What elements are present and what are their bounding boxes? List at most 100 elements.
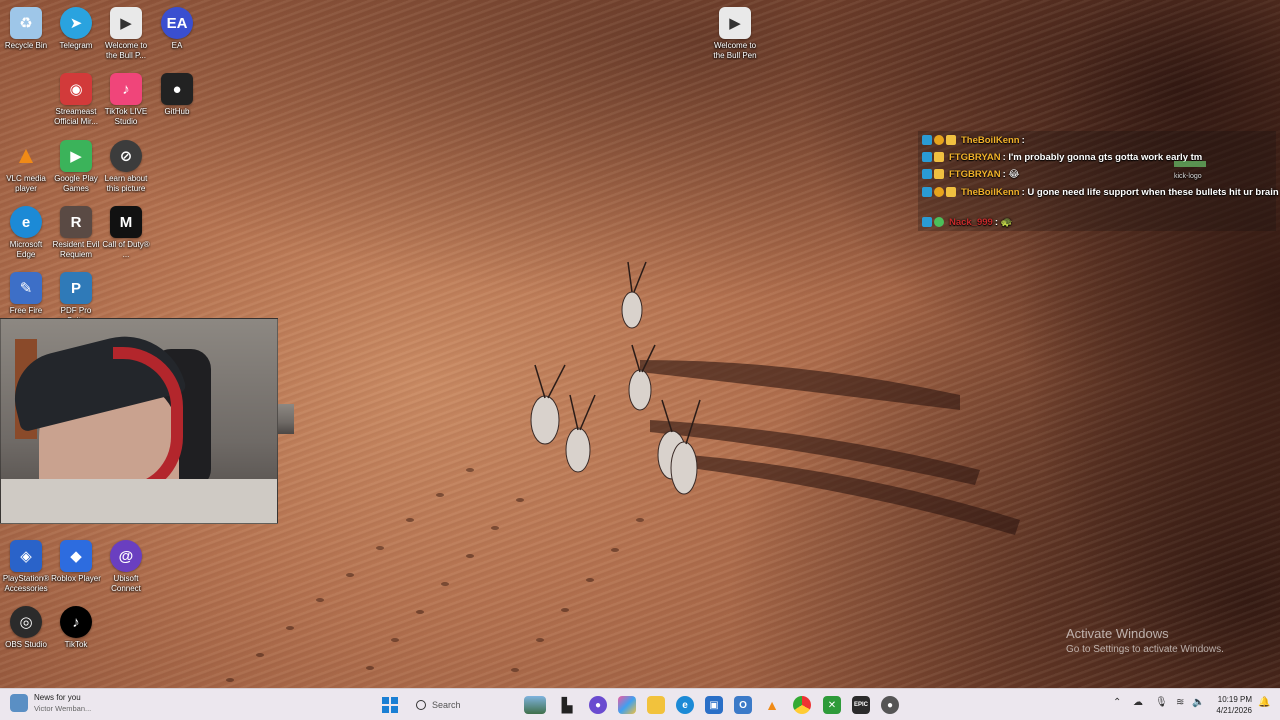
file-explorer-icon[interactable] xyxy=(647,696,665,714)
streameast-shortcut[interactable]: ◉ Streameast Official Mir... xyxy=(51,73,101,126)
streamer-shirt xyxy=(1,479,277,523)
search-icon xyxy=(416,700,426,710)
obs-icon: ◎ xyxy=(10,606,42,638)
chrome-icon[interactable] xyxy=(793,696,811,714)
call-of-duty-shortcut[interactable]: M Call of Duty® ... xyxy=(101,206,151,259)
discord-icon[interactable]: ● xyxy=(589,696,607,714)
tiktok-live-studio-shortcut[interactable]: ♪ TikTok LIVE Studio xyxy=(101,73,151,126)
microphone-icon[interactable]: 🎙 xyxy=(1155,697,1168,708)
roblox-player-shortcut[interactable]: ◆ Roblox Player xyxy=(51,540,101,584)
windows-logo-icon xyxy=(382,697,398,713)
chat-username: TheBoilKenn xyxy=(961,186,1020,198)
vlc-shortcut[interactable]: ▲ VLC media player xyxy=(1,140,51,193)
chat-username: FTGBRYAN xyxy=(949,151,1001,163)
chevron-up-icon[interactable]: ⌃ xyxy=(1113,697,1121,708)
call-of-duty-icon: M xyxy=(110,206,142,238)
free-fire-icon: ✎ xyxy=(10,272,42,304)
moderator-badge-icon xyxy=(934,135,944,145)
chat-text: : I'm probably gonna gts gotta work earl… xyxy=(1002,151,1203,163)
moderator-badge-icon xyxy=(934,187,944,197)
edge-taskbar-icon[interactable]: e xyxy=(676,696,694,714)
kick-badge-icon xyxy=(922,135,932,145)
news-title: News for you xyxy=(34,693,81,702)
cloud-icon[interactable]: ☁ xyxy=(1133,697,1143,708)
cod-icon-peek xyxy=(278,404,294,434)
subscriber-badge-icon xyxy=(934,169,944,179)
free-fire-shortcut[interactable]: ✎ Free Fire xyxy=(1,272,51,316)
edge-icon: e xyxy=(10,206,42,238)
kick-badge-icon xyxy=(922,169,932,179)
google-play-games-shortcut[interactable]: ▶ Google Play Games xyxy=(51,140,101,193)
telegram-icon: ➤ xyxy=(60,7,92,39)
learn-about-picture-shortcut[interactable]: ⊘ Learn about this picture xyxy=(101,140,151,193)
copilot-icon[interactable] xyxy=(618,696,636,714)
epic-games-icon[interactable]: EPIC xyxy=(852,696,870,714)
outlook-icon[interactable]: O xyxy=(734,696,752,714)
search-placeholder: Search xyxy=(432,700,461,710)
vlc-icon: ▲ xyxy=(14,142,38,169)
edge-shortcut[interactable]: e Microsoft Edge xyxy=(1,206,51,259)
google-play-games-icon: ▶ xyxy=(60,140,92,172)
chat-username: TheBoilKenn xyxy=(961,134,1020,146)
subscriber-badge-icon xyxy=(946,135,956,145)
ea-icon: EA xyxy=(161,7,193,39)
chat-text: : 😂 xyxy=(1002,168,1020,180)
webcam-overlay xyxy=(0,318,278,524)
task-view-icon[interactable]: ▙ xyxy=(558,696,576,714)
chat-text: : xyxy=(1021,134,1025,146)
news-thumbnail-icon xyxy=(10,694,28,712)
vlc-taskbar-icon[interactable]: ▲ xyxy=(763,696,781,714)
obs-studio-shortcut[interactable]: ◎ OBS Studio xyxy=(1,606,51,650)
subscriber-badge-icon xyxy=(934,152,944,162)
chat-text: : 🐢 xyxy=(994,216,1013,228)
playstation-icon: ◈ xyxy=(10,540,42,572)
xbox-icon[interactable]: ✕ xyxy=(823,696,841,714)
welcome-bull-pen-file[interactable]: ▶ Welcome to the Bull Pen xyxy=(709,7,761,60)
chat-message: TheBoilKenn : U gone need life support w… xyxy=(922,185,1279,199)
video-file-icon: ▶ xyxy=(110,7,142,39)
tiktok-icon: ♪ xyxy=(60,606,92,638)
video-file-icon: ▶ xyxy=(719,7,751,39)
taskbar: News for you Victor Wemban... Search ▙ ●… xyxy=(0,688,1280,720)
github-shortcut[interactable]: ● GitHub xyxy=(152,73,202,117)
telegram-shortcut[interactable]: ➤ Telegram xyxy=(51,7,101,51)
kick-logo-bar xyxy=(1174,161,1206,167)
activate-windows-title: Activate Windows xyxy=(1066,626,1169,641)
notification-bell-icon[interactable]: 🔔 xyxy=(1258,697,1270,708)
ubisoft-connect-shortcut[interactable]: @ Ubisoft Connect xyxy=(101,540,151,593)
search-highlight-icon[interactable] xyxy=(524,696,546,714)
recycle-bin-shortcut[interactable]: ♻ Recycle Bin xyxy=(1,7,51,51)
ubisoft-icon: @ xyxy=(110,540,142,572)
kick-logo-label: kick-logo xyxy=(1174,173,1202,180)
github-icon: ● xyxy=(161,73,193,105)
taskbar-search[interactable]: Search xyxy=(408,694,518,716)
activate-windows-watermark: Activate Windows Go to Settings to activ… xyxy=(1066,626,1224,655)
chat-message: FTGBRYAN : I'm probably gonna gts gotta … xyxy=(922,150,1202,164)
wifi-icon[interactable]: ≋ xyxy=(1176,697,1184,708)
roblox-icon: ◆ xyxy=(60,540,92,572)
resident-evil-icon: R xyxy=(60,206,92,238)
obs-taskbar-icon[interactable]: ● xyxy=(881,696,899,714)
chrome-app-icon: ◉ xyxy=(60,73,92,105)
tiktok-live-icon: ♪ xyxy=(110,73,142,105)
news-widget[interactable]: News for you Victor Wemban... xyxy=(10,693,91,713)
playstation-accessories-shortcut[interactable]: ◈ PlayStation® Accessories xyxy=(1,540,51,593)
resident-evil-shortcut[interactable]: R Resident Evil Requiem xyxy=(51,206,101,259)
chat-username: Nack_999 xyxy=(949,216,993,228)
chat-message: FTGBRYAN : 😂 xyxy=(922,167,1019,181)
activate-windows-subtitle: Go to Settings to activate Windows. xyxy=(1066,644,1224,655)
start-button[interactable] xyxy=(381,696,399,714)
system-clock[interactable]: 10:19 PM 4/21/2026 xyxy=(1206,694,1252,716)
ea-shortcut[interactable]: EA EA xyxy=(152,7,202,51)
subscriber-badge-icon xyxy=(946,187,956,197)
news-subtitle: Victor Wemban... xyxy=(34,704,92,713)
store-icon[interactable]: ▣ xyxy=(705,696,723,714)
welcome-bull-pen-shortcut[interactable]: ▶ Welcome to the Bull P... xyxy=(101,7,151,60)
kick-badge-icon xyxy=(922,187,932,197)
stream-chat-overlay: TheBoilKenn : FTGBRYAN : I'm probably go… xyxy=(918,131,1279,231)
recycle-bin-icon: ♻ xyxy=(10,7,42,39)
volume-icon[interactable]: 🔈 xyxy=(1192,697,1204,708)
tiktok-shortcut[interactable]: ♪ TikTok xyxy=(51,606,101,650)
kick-badge-icon xyxy=(922,217,932,227)
chat-username: FTGBRYAN xyxy=(949,168,1001,180)
